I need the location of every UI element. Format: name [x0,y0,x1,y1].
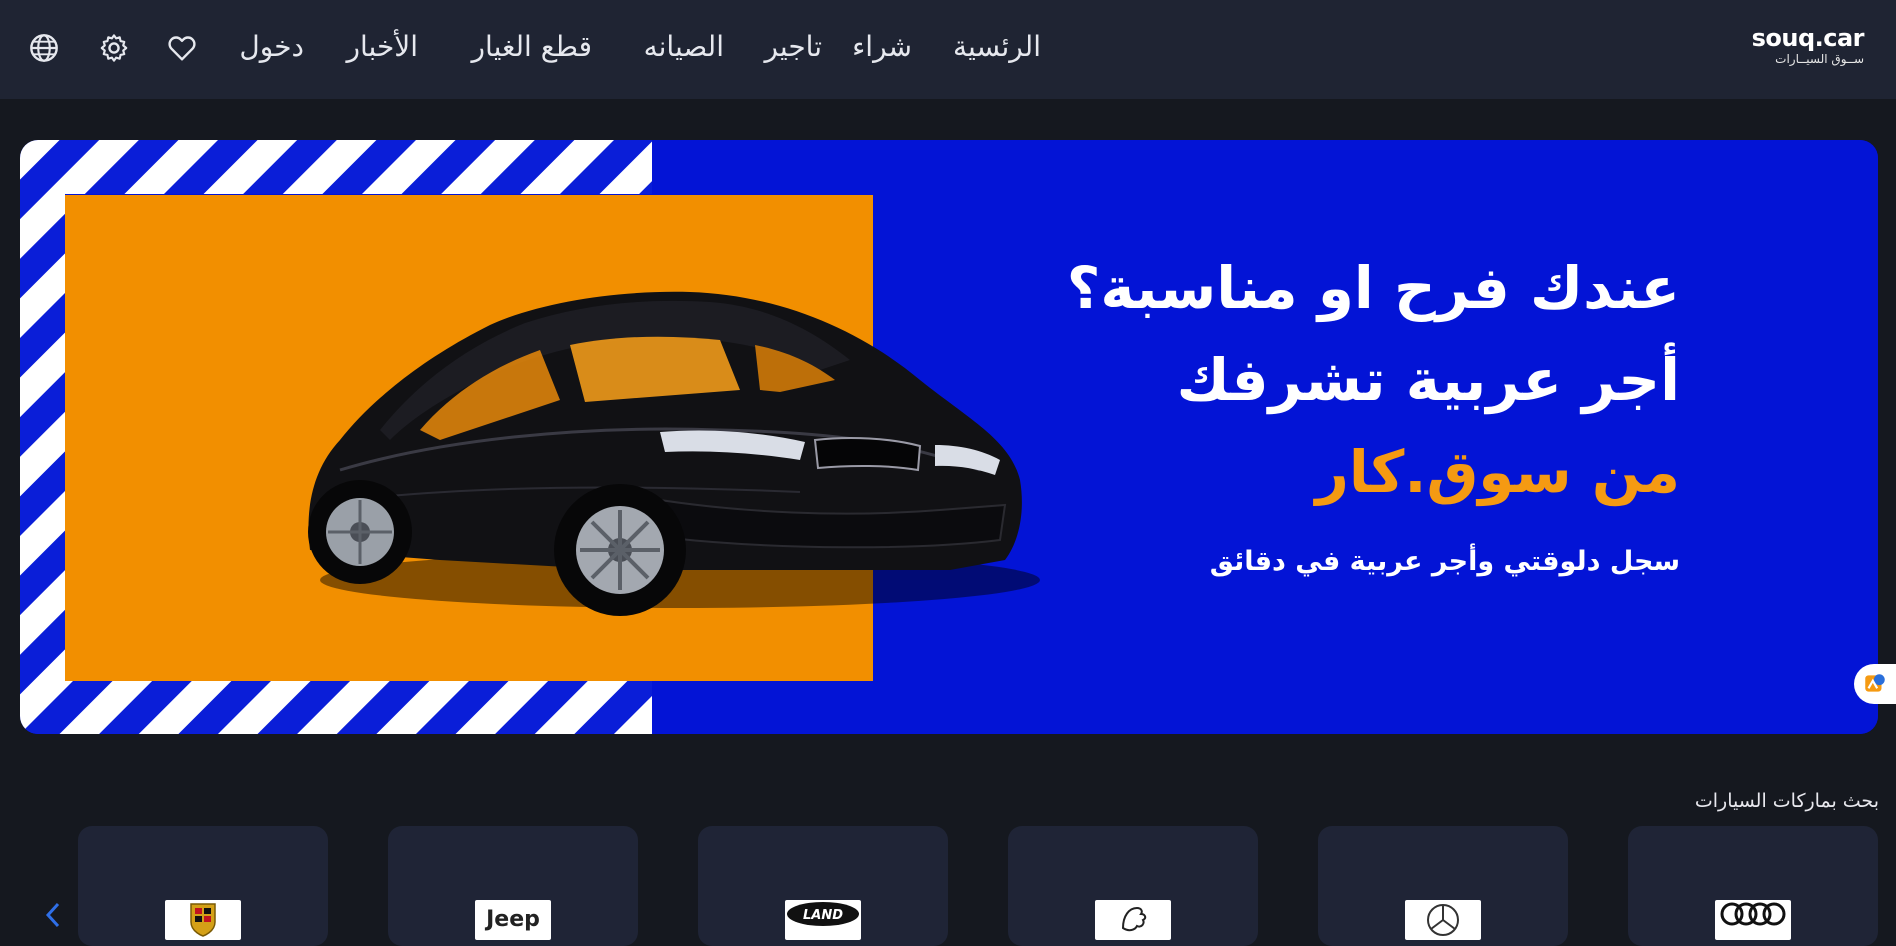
hero-banner[interactable]: عندك فرح او مناسبة؟ أجر عربية تشرفك من س… [20,140,1878,734]
brand-card-porsche[interactable] [78,826,328,946]
nav-login[interactable]: دخول [239,30,304,63]
nav-parts[interactable]: قطع الغيار [472,30,592,63]
brand-card-peugeot[interactable] [1008,826,1258,946]
brand-card-land-rover[interactable]: LAND [698,826,948,946]
globe-icon [30,34,58,62]
nav-rent[interactable]: تاجير [764,30,822,63]
language-button[interactable] [26,30,62,66]
nav-news[interactable]: الأخبار [346,30,418,63]
hero-subline: سجل دلوقتي وأجر عربية في دقائق [1209,546,1680,577]
mercedes-logo [1405,900,1481,940]
jeep-logo: Jeep [475,900,551,940]
logo-text: souq.car [1751,24,1865,52]
land-rover-logo-text: LAND [803,908,843,923]
carousel-prev-arrow[interactable] [42,900,66,930]
gear-icon [100,34,128,62]
accessibility-icon [1865,674,1885,692]
hero-line-3: من سوق.كار [1315,438,1680,506]
nav-home[interactable]: الرئسية [953,30,1041,63]
peugeot-logo [1095,900,1171,940]
hero-line-2: أجر عربية تشرفك [1176,346,1680,414]
brand-card-jeep[interactable]: Jeep [388,826,638,946]
brand-card-mercedes[interactable] [1318,826,1568,946]
jeep-logo-text: Jeep [484,907,540,932]
nav-maintenance[interactable]: الصيانه [644,30,724,63]
floating-helper-button[interactable] [1854,664,1896,704]
brands-section-title: بحث بماركات السيارات [1694,790,1879,812]
hero-copy: عندك فرح او مناسبة؟ أجر عربية تشرفك من س… [980,242,1680,577]
site-logo[interactable]: souq.car ســوق السيــارات [1744,24,1865,70]
hero-line-1: عندك فرح او مناسبة؟ [1066,254,1680,322]
land-rover-logo: LAND [785,900,861,940]
top-navbar: souq.car ســوق السيــارات الرئسية شراء ت… [0,0,1896,99]
theme-toggle-button[interactable] [96,30,132,66]
heart-icon [168,36,196,61]
porsche-logo [165,900,241,940]
brand-card-audi[interactable] [1628,826,1878,946]
nav-buy[interactable]: شراء [852,30,912,63]
audi-logo [1715,900,1791,940]
favorites-button[interactable] [164,30,200,66]
logo-subtitle: ســوق السيــارات [1775,52,1864,66]
